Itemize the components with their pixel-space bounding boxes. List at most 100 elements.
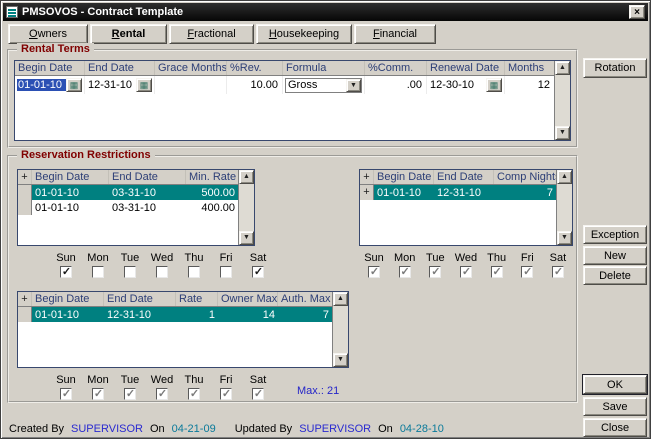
day-label: Sat: [250, 375, 267, 386]
tab-financial[interactable]: Financial: [354, 24, 436, 44]
tab-rental[interactable]: Rental: [90, 24, 167, 44]
chevron-down-icon[interactable]: ▼: [346, 79, 361, 92]
save-button[interactable]: Save: [583, 397, 647, 416]
formula-value: Gross: [286, 79, 346, 92]
table-row[interactable]: 01-01-10 12-31-10 1 14 7: [18, 307, 332, 322]
scroll-up-icon[interactable]: ▲: [557, 170, 572, 184]
scroll-up-icon[interactable]: ▲: [239, 170, 254, 184]
day-sat: Sat: [243, 375, 273, 401]
min-rate-table: + Begin Date End Date Min. Rate 01-01-10…: [17, 169, 255, 246]
day-label: Fri: [220, 375, 233, 386]
contract-template-window: PMSOVOS - Contract Template × Owners Ren…: [0, 0, 651, 439]
end-date-value: 03-31-10: [109, 186, 186, 200]
day-label: Fri: [521, 253, 534, 264]
comp-nights-scrollbar[interactable]: ▲ ▼: [556, 170, 572, 245]
calendar-icon[interactable]: ▦: [136, 78, 152, 92]
scroll-down-icon[interactable]: ▼: [555, 126, 570, 140]
end-date-value: 12-31-10: [434, 186, 494, 200]
col-header-comp-nights: Comp Nights: [494, 170, 556, 184]
col-header-grace-months: Grace Months: [155, 61, 227, 75]
exception-button[interactable]: Exception: [583, 225, 647, 244]
tab-fractional[interactable]: Fractional: [169, 24, 254, 44]
col-header-renewal-date: Renewal Date: [427, 61, 505, 75]
scroll-down-icon[interactable]: ▼: [333, 353, 348, 367]
day-mon: Mon: [390, 253, 420, 279]
col-header-marker: +: [18, 292, 32, 306]
updated-by-value: SUPERVISOR: [299, 423, 371, 435]
rental-terms-row[interactable]: 01-01-10▦ 12-31-10▦ 10.00 Gross ▼ .00 12…: [15, 76, 554, 94]
checkbox-mon[interactable]: [92, 388, 104, 400]
day-label: Wed: [455, 253, 477, 264]
rev-pct-field[interactable]: 10.00: [229, 79, 280, 91]
checkbox-mon[interactable]: [92, 266, 104, 278]
calendar-icon[interactable]: ▦: [66, 78, 82, 92]
checkbox-sun[interactable]: [60, 266, 72, 278]
scroll-up-icon[interactable]: ▲: [555, 61, 570, 75]
comm-pct-field[interactable]: .00: [367, 79, 424, 91]
day-label: Thu: [185, 375, 204, 386]
checkbox-fri[interactable]: [220, 266, 232, 278]
checkbox-wed[interactable]: [156, 388, 168, 400]
checkbox-wed[interactable]: [156, 266, 168, 278]
calendar-icon[interactable]: ▦: [486, 78, 502, 92]
table-row[interactable]: + 01-01-10 12-31-10 7: [360, 185, 556, 200]
checkbox-fri[interactable]: [220, 388, 232, 400]
tab-owners[interactable]: Owners: [8, 24, 88, 44]
col-header-comm-pct: %Comm.: [365, 61, 427, 75]
ok-button[interactable]: OK: [583, 375, 647, 394]
updated-date-value: 04-28-10: [400, 423, 444, 435]
day-sat: Sat: [243, 253, 273, 279]
checkbox-sat[interactable]: [252, 266, 264, 278]
checkbox-sat[interactable]: [252, 388, 264, 400]
min-rate-scrollbar[interactable]: ▲ ▼: [238, 170, 254, 245]
day-label: Tue: [121, 375, 140, 386]
day-label: Thu: [185, 253, 204, 264]
checkbox-thu[interactable]: [188, 388, 200, 400]
renewal-date-field[interactable]: 12-30-10: [429, 79, 486, 91]
day-wed: Wed: [147, 253, 177, 279]
row-marker: [18, 200, 32, 215]
delete-button[interactable]: Delete: [583, 266, 647, 285]
col-header-formula: Formula: [283, 61, 365, 75]
day-label: Sun: [56, 253, 76, 264]
checkbox-thu[interactable]: [188, 266, 200, 278]
day-label: Sat: [250, 253, 267, 264]
col-header-begin-date: Begin Date: [374, 170, 434, 184]
owner-rate-table: + Begin Date End Date Rate Owner Max Aut…: [17, 291, 349, 368]
day-sun: Sun: [51, 253, 81, 279]
day-label: Fri: [220, 253, 233, 264]
scroll-up-icon[interactable]: ▲: [333, 292, 348, 306]
day-fri: Fri: [211, 253, 241, 279]
months-field[interactable]: 12: [507, 79, 552, 91]
day-thu: Thu: [179, 253, 209, 279]
scroll-down-icon[interactable]: ▼: [239, 231, 254, 245]
row-marker: [18, 185, 32, 200]
formula-dropdown[interactable]: Gross ▼: [285, 78, 362, 93]
checkbox-sun[interactable]: [60, 388, 72, 400]
checkbox-tue[interactable]: [124, 388, 136, 400]
rental-terms-scrollbar[interactable]: ▲ ▼: [554, 61, 570, 140]
table-row[interactable]: 01-01-10 03-31-10 500.00: [18, 185, 238, 200]
day-wed: Wed: [147, 375, 177, 401]
new-button[interactable]: New: [583, 246, 647, 265]
begin-date-value: 01-01-10: [374, 186, 434, 200]
day-wed: Wed: [451, 253, 481, 279]
begin-date-field[interactable]: 01-01-10: [17, 79, 66, 91]
app-icon: [6, 6, 18, 18]
scroll-down-icon[interactable]: ▼: [557, 231, 572, 245]
updated-by-label: Updated By: [235, 423, 292, 435]
day-thu: Thu: [482, 253, 512, 279]
day-sun: Sun: [51, 375, 81, 401]
checkbox-sun: [368, 266, 380, 278]
rev-pct-cell: 10.00: [227, 76, 283, 94]
tab-housekeeping[interactable]: Housekeeping: [256, 24, 352, 44]
checkbox-tue[interactable]: [124, 266, 136, 278]
close-icon[interactable]: ×: [629, 5, 645, 19]
owner-rate-scrollbar[interactable]: ▲ ▼: [332, 292, 348, 367]
table-row[interactable]: 01-01-10 03-31-10 400.00: [18, 200, 238, 215]
comm-pct-cell: .00: [365, 76, 427, 94]
rotation-button[interactable]: Rotation: [583, 58, 647, 78]
close-button[interactable]: Close: [583, 418, 647, 437]
end-date-field[interactable]: 12-31-10: [87, 79, 136, 91]
grace-months-cell: [155, 76, 227, 94]
